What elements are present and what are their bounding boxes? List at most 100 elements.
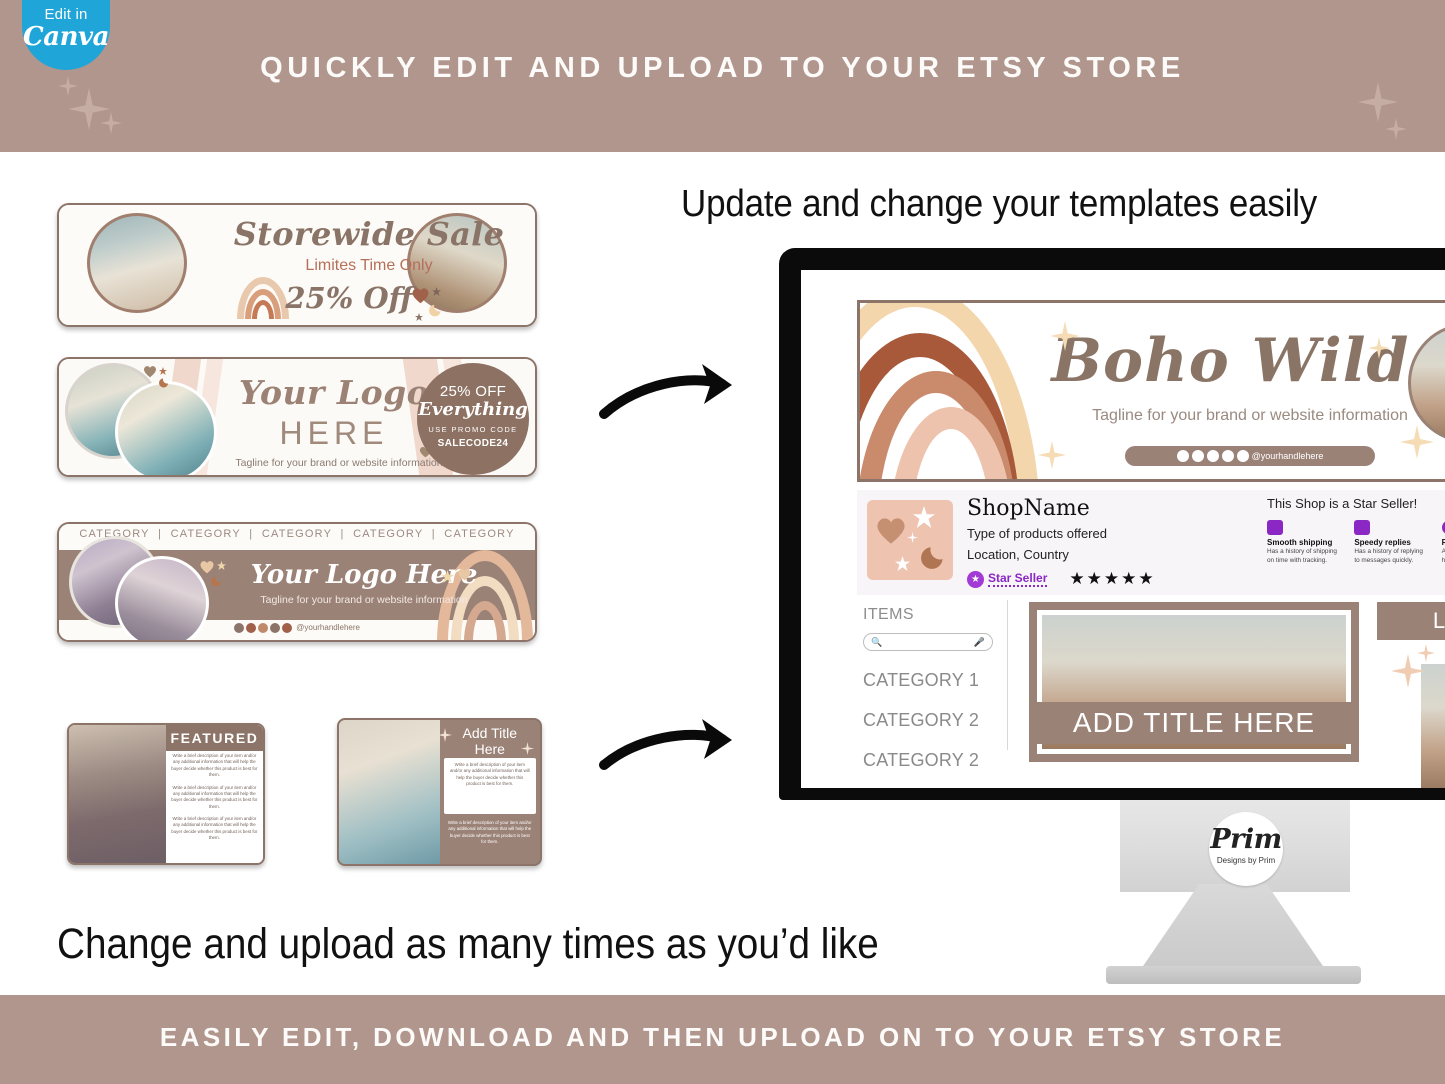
search-icon: 🔍	[871, 636, 883, 647]
sparkle-icon	[68, 88, 110, 130]
shop-name: ShopName	[967, 496, 1090, 521]
monitor-stand	[1139, 884, 1327, 972]
monitor-base	[1106, 966, 1361, 984]
badge-desc: Has a history of shipping on time with t…	[1267, 548, 1337, 564]
badge-desc: Has a history of replying to messages qu…	[1354, 548, 1423, 564]
footer-band: EASILY EDIT, DOWNLOAD AND THEN UPLOAD ON…	[0, 995, 1445, 1084]
template-card-add-title[interactable]: Add Title Here Write a brief description…	[337, 718, 542, 866]
tiktok-icon[interactable]	[1206, 450, 1219, 462]
facebook-icon	[246, 623, 257, 633]
shop-tagline: Tagline for your brand or website inform…	[1092, 407, 1408, 424]
sparkle-icon	[907, 530, 918, 548]
canva-badge-line1: Edit in	[44, 6, 88, 23]
shop-banner[interactable]: Boho Wilde Tagline for your brand or web…	[857, 300, 1445, 482]
tiktok-icon	[258, 623, 269, 633]
items-panel: ITEMS 🔍 🎤 CATEGORY 1 CATEGORY 2 CATEGORY…	[863, 606, 993, 771]
promo-label: USE PROMO CODE	[428, 425, 518, 434]
heart-icon	[457, 568, 472, 586]
prim-logo-name: Prim	[1210, 824, 1282, 855]
star-icon	[913, 506, 935, 533]
monitor-screen[interactable]: Boho Wilde Tagline for your brand or web…	[801, 270, 1445, 788]
card-body: Write a brief description of your item a…	[170, 753, 259, 848]
shop-product-type: Type of products offered	[967, 526, 1107, 542]
truck-icon	[1267, 520, 1283, 535]
callout-top-right: Update and change your templates easily	[681, 183, 1318, 225]
sidebar-item-category-3[interactable]: CATEGORY 2	[863, 750, 993, 771]
card-photo	[69, 725, 166, 863]
rating-stars: ★★★★★	[1069, 569, 1156, 589]
instagram-icon	[234, 623, 245, 633]
star-icon	[217, 557, 226, 575]
canva-badge-line2: Canva	[23, 22, 109, 52]
template-banner-your-logo[interactable]: Your Logo HERE Tagline for your brand or…	[57, 357, 537, 477]
header-band: QUICKLY EDIT AND UPLOAD TO YOUR ETSY STO…	[0, 0, 1445, 152]
sidebar-item-category-2[interactable]: CATEGORY 2	[863, 710, 993, 731]
pinterest-icon[interactable]	[1221, 450, 1234, 462]
template-banner-storewide-sale[interactable]: Storewide Sale Limites Time Only 25% Off	[57, 203, 537, 327]
banner-subtitle: Limites Time Only	[305, 257, 433, 274]
prim-brand-logo: Prim Designs by Prim	[1209, 812, 1283, 886]
twitter-icon	[282, 623, 293, 633]
promo-code: SALECODE24	[437, 438, 509, 449]
sparkle-icon	[1358, 82, 1398, 122]
instagram-icon[interactable]	[1176, 450, 1189, 462]
promo-badge: 25% OFF Everything USE PROMO CODE SALECO…	[417, 363, 529, 475]
star-seller-badge: ★ Star Seller	[967, 570, 1048, 588]
sparkle-icon	[100, 112, 122, 134]
star-seller-label: Star Seller	[988, 571, 1048, 588]
star-seller-badge-item: Smooth shipping Has a history of shippin…	[1267, 520, 1342, 565]
items-heading: ITEMS	[863, 606, 914, 623]
star-seller-panel: This Shop is a Star Seller! Smooth shipp…	[1267, 496, 1445, 565]
star-seller-panel-title: This Shop is a Star Seller!	[1267, 496, 1418, 511]
template-card-featured[interactable]: FEATURED Write a brief description of yo…	[67, 723, 265, 865]
shop-avatar[interactable]	[867, 500, 953, 580]
lets-start-block[interactable]: LET’S ST	[1377, 602, 1445, 788]
star-icon	[895, 556, 910, 576]
sparkle-icon	[1417, 644, 1435, 667]
card-paragraph: Write a brief description of your item a…	[447, 820, 532, 845]
twitter-icon[interactable]	[1236, 450, 1249, 462]
shop-title: Boho Wilde	[1051, 326, 1445, 396]
sidebar-item-category-1[interactable]: CATEGORY 1	[863, 670, 993, 691]
facebook-icon[interactable]	[1191, 450, 1204, 462]
moon-icon	[921, 544, 947, 575]
banner-title: Storewide Sale	[233, 215, 505, 253]
lets-start-label: LET’S ST	[1377, 602, 1445, 640]
search-input[interactable]: 🔍 🎤	[863, 633, 993, 651]
arrow-icon-bottom	[598, 715, 746, 784]
template-banner-category[interactable]: CATEGORY | CATEGORY | CATEGORY | CATEGOR…	[57, 522, 537, 642]
shop-social-row[interactable]: @yourhandlehere	[1125, 446, 1375, 466]
star-badge-icon: ★	[967, 570, 984, 588]
card-title-line2: Here	[474, 741, 505, 758]
card-title-line1: Add Title	[462, 725, 517, 741]
star-badge-icon	[1441, 520, 1445, 535]
heart-icon	[875, 516, 907, 550]
featured-product-block[interactable]: ADD TITLE HERE	[1029, 602, 1359, 762]
sparkle-icon	[1400, 425, 1434, 459]
card-paragraph: Write a brief description of your item a…	[449, 762, 530, 787]
moon-icon	[429, 303, 443, 322]
envelope-icon	[1354, 520, 1371, 535]
badge-heading: Speedy replies	[1354, 538, 1411, 547]
monitor-bezel: Boho Wilde Tagline for your brand or web…	[779, 248, 1445, 800]
promo-discount: 25% OFF	[439, 383, 507, 400]
star-icon	[441, 570, 454, 588]
card-body-brown: Write a brief description of your item a…	[444, 820, 536, 846]
banner-background: Storewide Sale Limites Time Only 25% Off	[59, 205, 535, 325]
star-seller-badge-item: Speedy replies Has a history of replying…	[1354, 520, 1429, 565]
prim-logo-sub: Designs by Prim	[1216, 856, 1276, 865]
divider	[1007, 600, 1008, 750]
shop-handle-text: @yourhandlehere	[1251, 451, 1324, 461]
mic-icon[interactable]: 🎤	[974, 637, 985, 648]
heart-icon	[143, 365, 157, 383]
shop-profile-row: ShopName Type of products offered Locati…	[857, 490, 1445, 595]
card-paragraph: Write a brief description of your item a…	[171, 784, 258, 809]
banner-photo-left	[87, 213, 187, 313]
sparkle-icon	[438, 728, 452, 747]
footer-title: EASILY EDIT, DOWNLOAD AND THEN UPLOAD ON…	[159, 1022, 1286, 1052]
badge-desc: Average review 4.8 or higher.	[1441, 548, 1445, 564]
heart-icon	[411, 287, 430, 309]
promo-word: Everything	[418, 399, 528, 420]
card-title: FEATURED	[166, 725, 263, 751]
pinterest-icon	[270, 623, 281, 633]
